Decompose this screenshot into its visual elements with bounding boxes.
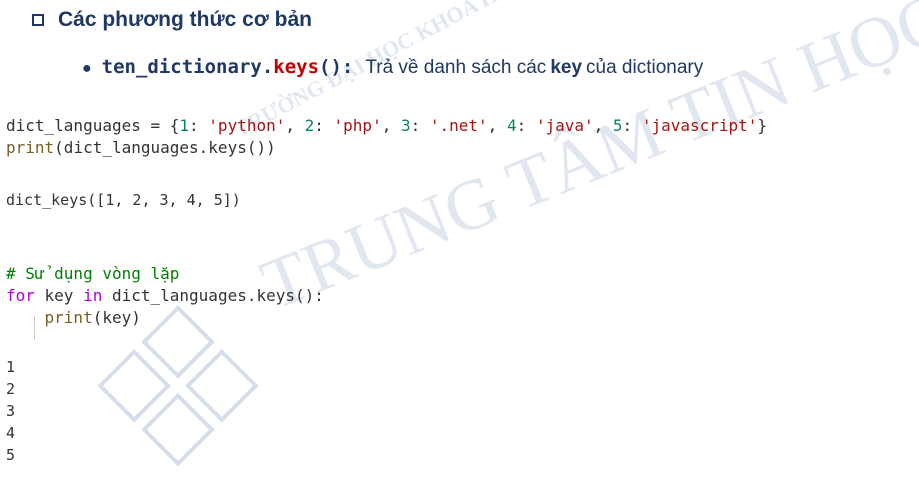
indent-guide: [34, 316, 35, 340]
method-parens: ():: [319, 56, 354, 78]
output-1: dict_keys([1, 2, 3, 4, 5]): [6, 191, 241, 209]
code-value: 'javascript': [641, 116, 758, 135]
output-line: 4: [6, 424, 16, 442]
method-name: keys: [273, 56, 320, 78]
code-close-brace: }: [757, 116, 768, 135]
output-line: 2: [6, 380, 16, 398]
code-key: 1: [179, 116, 190, 135]
code-comment: # Sử dụng vòng lặp: [6, 264, 180, 283]
code-key: 2: [304, 116, 315, 135]
code-value: 'python': [208, 116, 286, 135]
method-object: ten_dictionary.: [101, 56, 274, 78]
code-var: dict_languages: [6, 116, 141, 135]
section-heading: Các phương thức cơ bản: [32, 8, 312, 32]
watermark-center: TRUNG TÂM TIN HỌC: [250, 0, 919, 326]
code-print: print: [44, 308, 93, 327]
method-desc-keyword: key: [550, 57, 583, 78]
code-cell-1: dict_languages = {1: 'python', 2: 'php',…: [6, 116, 768, 157]
method-desc-after: của dictionary: [586, 57, 704, 78]
code-print-arg: (dict_languages.keys()): [54, 138, 276, 157]
watermark-logo: [93, 305, 263, 475]
output-line: 1: [6, 358, 16, 376]
output-line: 3: [6, 402, 16, 420]
code-key: 3: [400, 116, 411, 135]
code-value: 'java': [535, 116, 594, 135]
code-assign: = {: [140, 116, 180, 135]
code-value: '.net': [429, 116, 488, 135]
method-desc-before: Trả về danh sách các: [365, 57, 547, 78]
heading-text: Các phương thức cơ bản: [58, 8, 312, 31]
code-loop-iter: dict_languages.keys():: [102, 286, 324, 305]
code-in-keyword: in: [83, 286, 103, 305]
checkbox-bullet-icon: [32, 14, 44, 26]
output-line: 5: [6, 446, 16, 464]
method-description: ● ten_dictionary.keys(): Trả về danh sác…: [82, 56, 703, 79]
output-2: 1 2 3 4 5: [6, 356, 15, 466]
code-cell-2: # Sử dụng vòng lặp for key in dict_langu…: [6, 263, 324, 329]
code-key: 4: [506, 116, 517, 135]
code-print-arg: (key): [92, 308, 141, 327]
code-key: 5: [612, 116, 623, 135]
code-print: print: [6, 138, 55, 157]
code-for-keyword: for: [6, 286, 35, 305]
code-loop-var: key: [34, 286, 84, 305]
code-value: 'php': [333, 116, 382, 135]
method-signature: ten_dictionary.keys():: [102, 56, 354, 78]
bullet-dot-icon: ●: [82, 60, 92, 77]
